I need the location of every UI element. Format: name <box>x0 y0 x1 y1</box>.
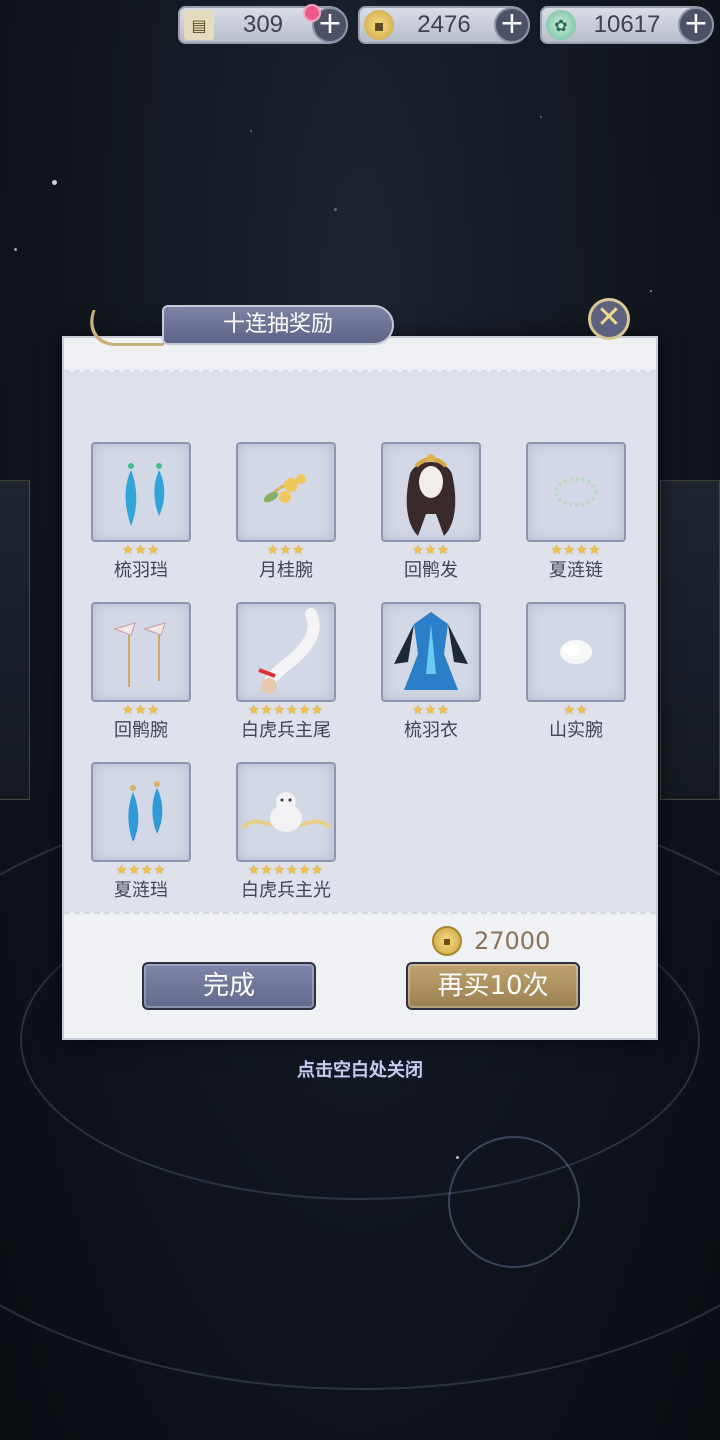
item-name: 山实腕 <box>549 720 603 741</box>
rarity-stars: ★★★ <box>122 703 160 718</box>
gems-value: 10617 <box>593 11 661 38</box>
item-name: 月桂腕 <box>259 560 313 581</box>
item-name: 白虎兵主光 <box>241 880 331 901</box>
rarity-stars: ★★★ <box>122 543 160 558</box>
item-slot[interactable] <box>91 602 191 702</box>
item-name: 白虎兵主尾 <box>241 720 331 741</box>
gold-coin-icon: ▪ <box>432 926 462 956</box>
reward-item[interactable]: ★★★ 月桂腕 <box>236 442 336 582</box>
white-tiger-aura-icon <box>240 792 332 832</box>
item-name: 回鹘腕 <box>114 720 168 741</box>
add-gems-button[interactable]: + <box>678 7 714 43</box>
notification-dot <box>303 4 321 22</box>
item-slot[interactable] <box>91 442 191 542</box>
tassel-bracelet-icon <box>113 622 166 687</box>
item-slot[interactable] <box>381 442 481 542</box>
reward-item[interactable]: ★★★ 回鹘腕 <box>91 602 191 742</box>
blue-feather-dress-icon <box>394 612 468 690</box>
rarity-stars: ★★★★★★ <box>248 703 324 718</box>
rarity-stars: ★★★ <box>412 703 450 718</box>
rarity-stars: ★★★★★★ <box>248 863 324 878</box>
item-name: 夏涟链 <box>549 560 603 581</box>
buy-again-button[interactable]: 再买10次 <box>406 962 580 1010</box>
white-tiger-tail-icon <box>258 608 320 694</box>
blue-drop-earrings-icon <box>128 781 163 842</box>
item-slot[interactable] <box>91 762 191 862</box>
long-hair-headpiece-icon <box>406 454 456 536</box>
dialog-divider <box>64 912 656 926</box>
item-name: 梳羽珰 <box>114 560 168 581</box>
reward-item[interactable]: ★★ 山实腕 <box>526 602 626 742</box>
item-slot[interactable] <box>381 602 481 702</box>
currency-coins: ▪ 2476 + <box>358 6 530 44</box>
reward-item[interactable]: ★★★★ 夏涟链 <box>526 442 626 582</box>
rarity-stars: ★★★ <box>267 543 305 558</box>
item-slot[interactable] <box>526 442 626 542</box>
rarity-stars: ★★ <box>563 703 589 718</box>
dialog-title: 十连抽奖励 <box>162 305 394 345</box>
cost-value: 27000 <box>474 927 551 955</box>
jade-gem-icon: ✿ <box>546 10 576 40</box>
white-fur-cuff-icon <box>560 640 592 664</box>
item-slot[interactable] <box>526 602 626 702</box>
rarity-stars: ★★★★ <box>115 863 167 878</box>
pearl-necklace-icon <box>554 477 598 507</box>
item-slot[interactable] <box>236 602 336 702</box>
cost-display: ▪ 27000 <box>432 924 550 958</box>
reward-item[interactable]: ★★★★ 夏涟珰 <box>91 762 191 902</box>
done-button[interactable]: 完成 <box>142 962 316 1010</box>
coins-value: 2476 <box>417 11 471 38</box>
close-icon: ✕ <box>596 300 622 335</box>
reward-item[interactable]: ★★★ 梳羽衣 <box>381 602 481 742</box>
gold-coin-icon: ▪ <box>364 10 394 40</box>
item-slot[interactable] <box>236 442 336 542</box>
reward-item[interactable]: ★★★ 回鹘发 <box>381 442 481 582</box>
reward-item[interactable]: ★★★★★★ 白虎兵主尾 <box>236 602 336 742</box>
item-name: 梳羽衣 <box>404 720 458 741</box>
tickets-value: 309 <box>242 11 284 38</box>
item-name: 夏涟珰 <box>114 880 168 901</box>
reward-grid-area: ★★★ 梳羽珰 ★★★ 月桂腕 ★★★ 回鹘发 ★★★★ 夏涟链 ★★★ 回鹘腕… <box>64 372 656 912</box>
close-hint: 点击空白处关闭 <box>297 1060 423 1081</box>
currency-gems: ✿ 10617 + <box>540 6 714 44</box>
laurel-flower-bracelet-icon <box>263 474 306 503</box>
reward-item[interactable]: ★★★ 梳羽珰 <box>91 442 191 582</box>
scroll-ticket-icon: ▤ <box>184 10 214 40</box>
item-name: 回鹘发 <box>404 560 458 581</box>
blue-feather-earrings-icon <box>125 463 165 526</box>
close-button[interactable]: ✕ <box>588 298 630 340</box>
reward-dialog: ★★★ 梳羽珰 ★★★ 月桂腕 ★★★ 回鹘发 ★★★★ 夏涟链 ★★★ 回鹘腕… <box>62 336 658 1040</box>
currency-tickets: ▤ 309 + <box>178 6 348 44</box>
rarity-stars: ★★★ <box>412 543 450 558</box>
item-slot[interactable] <box>236 762 336 862</box>
add-coins-button[interactable]: + <box>494 7 530 43</box>
rarity-stars: ★★★★ <box>550 543 602 558</box>
reward-item[interactable]: ★★★★★★ 白虎兵主光 <box>236 762 336 902</box>
